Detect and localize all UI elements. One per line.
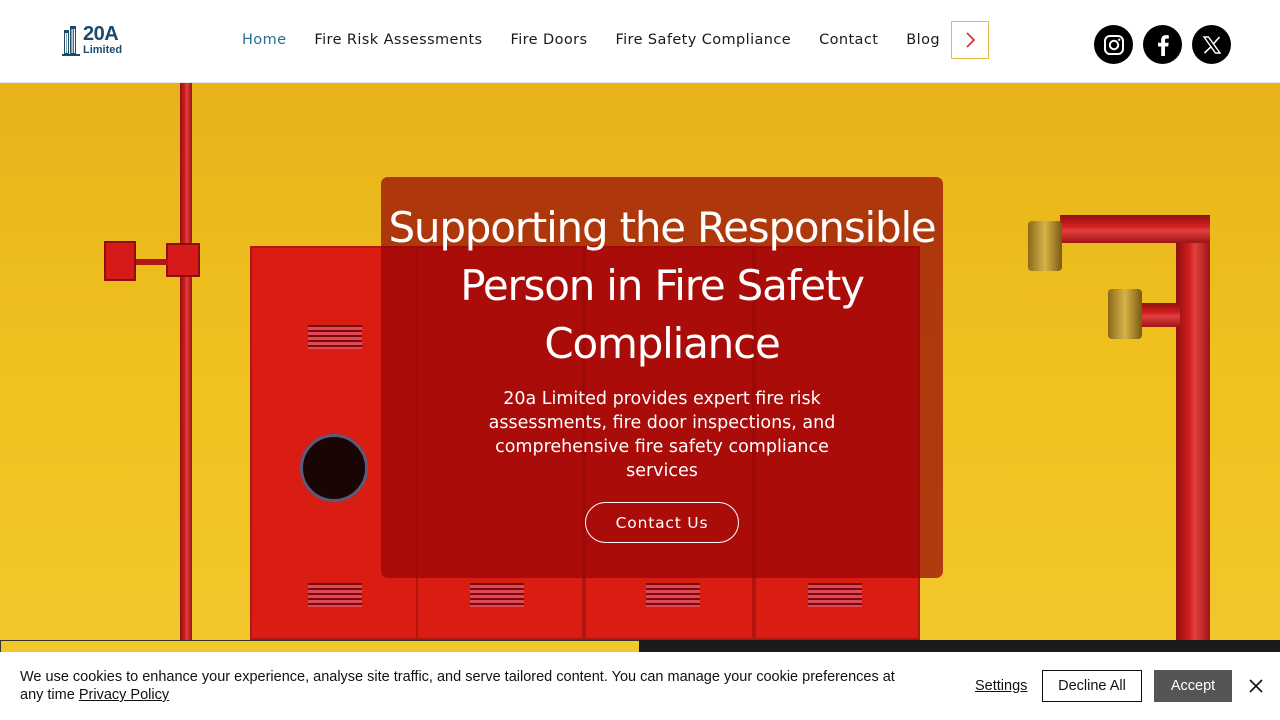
facebook-icon: [1157, 34, 1169, 56]
hero-subtitle: 20a Limited provides expert fire risk as…: [488, 389, 836, 481]
logo-name: 20A: [83, 23, 119, 45]
building-logo-icon: [62, 26, 80, 56]
hero-section: Supporting the Responsible Person in Fir…: [0, 83, 1280, 640]
x-icon: [1202, 35, 1221, 54]
facebook-button[interactable]: [1143, 25, 1182, 64]
cookie-message: We use cookies to enhance your experienc…: [20, 668, 920, 704]
contact-us-button[interactable]: Contact Us: [585, 502, 739, 543]
nav-item-fire-doors[interactable]: Fire Doors: [497, 32, 602, 48]
decline-all-button[interactable]: Decline All: [1042, 670, 1142, 702]
cookie-banner: We use cookies to enhance your experienc…: [0, 652, 1280, 720]
instagram-icon: [1103, 34, 1124, 55]
site-header: 20A Limited Home Fire Risk Assessments F…: [0, 0, 1280, 83]
nav-item-blog[interactable]: Blog: [892, 32, 954, 48]
privacy-policy-link[interactable]: Privacy Policy: [79, 687, 169, 703]
logo-subname: Limited: [83, 44, 123, 56]
hero-card: Supporting the Responsible Person in Fir…: [381, 177, 943, 578]
close-icon: [1249, 679, 1263, 693]
nav-scroll-right-button[interactable]: [951, 21, 989, 59]
cookie-settings-link[interactable]: Settings: [975, 678, 1027, 694]
close-cookie-banner-button[interactable]: [1246, 676, 1266, 696]
instagram-button[interactable]: [1094, 25, 1133, 64]
logo-text: 20A Limited: [83, 24, 122, 56]
nav-item-fire-risk-assessments[interactable]: Fire Risk Assessments: [300, 32, 496, 48]
logo[interactable]: 20A Limited: [62, 22, 132, 58]
social-links: [1094, 25, 1231, 64]
hero-title: Supporting the Responsible Person in Fir…: [388, 203, 936, 368]
accept-button[interactable]: Accept: [1154, 670, 1232, 702]
nav-item-fire-safety-compliance[interactable]: Fire Safety Compliance: [601, 32, 805, 48]
chevron-right-icon: [966, 32, 976, 48]
nav-item-contact[interactable]: Contact: [805, 32, 892, 48]
nav-item-home[interactable]: Home: [228, 32, 300, 48]
main-nav: Home Fire Risk Assessments Fire Doors Fi…: [228, 22, 954, 58]
x-button[interactable]: [1192, 25, 1231, 64]
